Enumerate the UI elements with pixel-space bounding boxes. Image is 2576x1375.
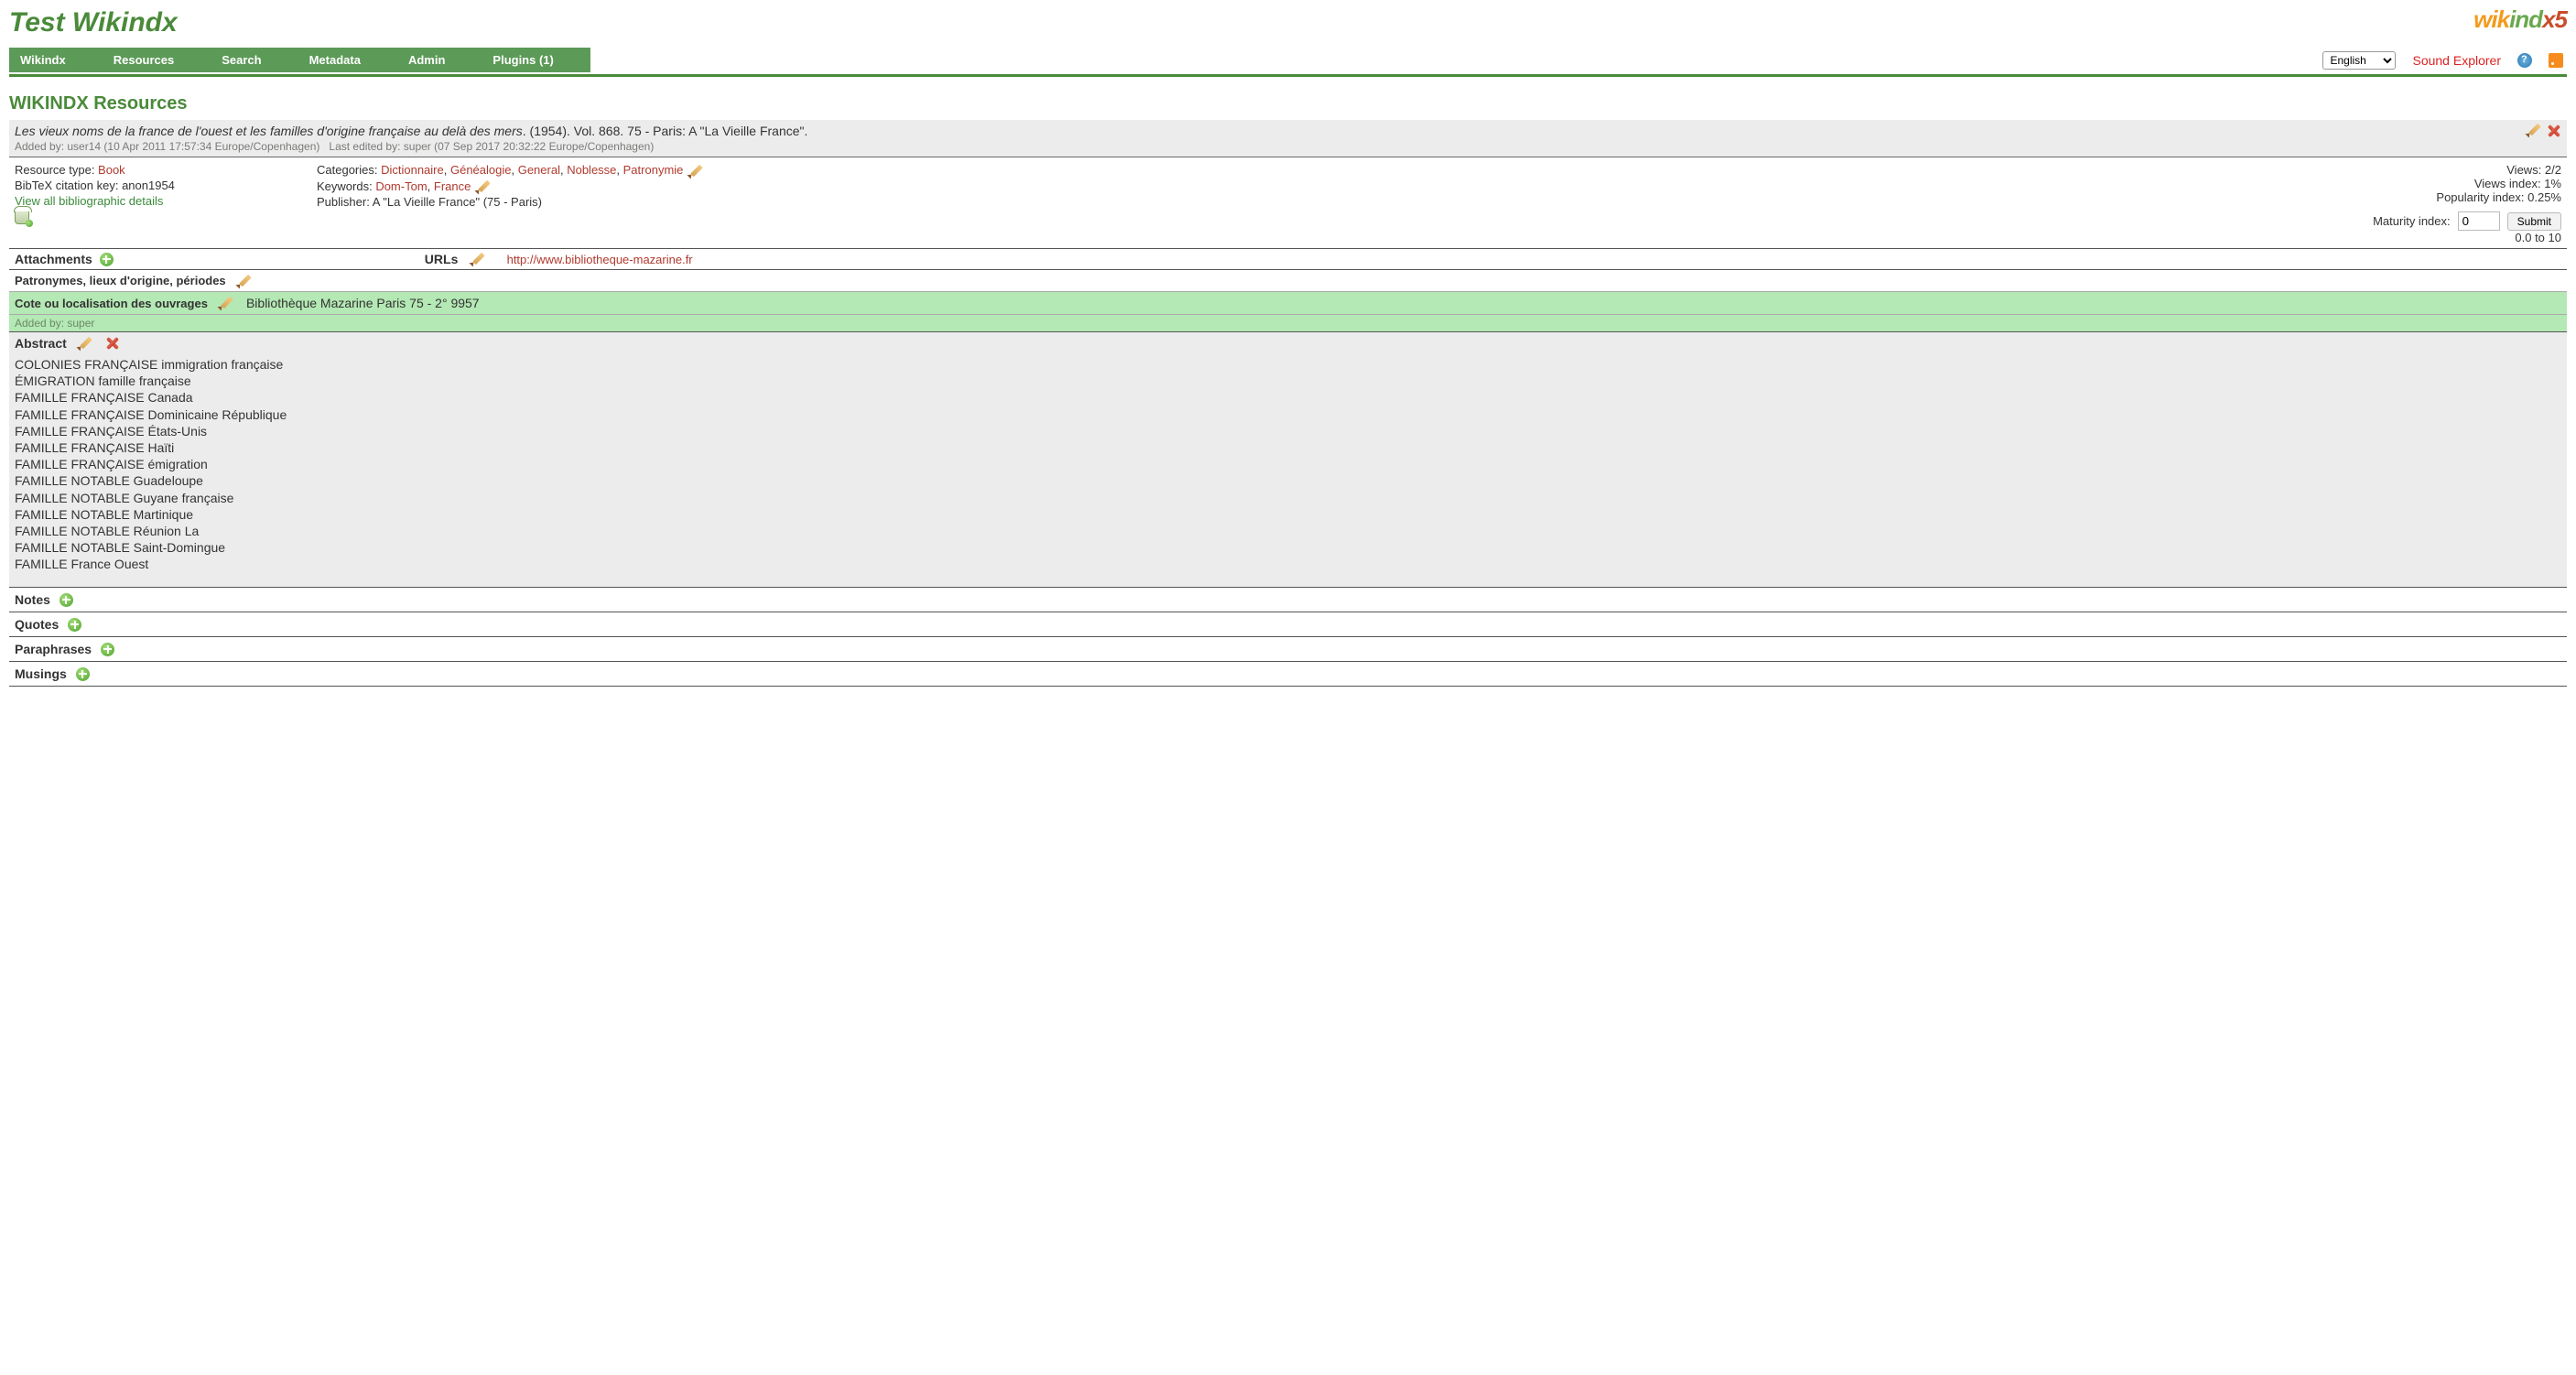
edit-patronymes-icon[interactable] — [239, 275, 252, 287]
nav-divider — [9, 74, 2567, 77]
delete-citation-icon[interactable] — [2547, 124, 2561, 138]
nav-admin[interactable]: Admin — [397, 48, 482, 72]
cote-label: Cote ou localisation des ouvrages — [15, 297, 208, 310]
rss-icon[interactable] — [2549, 53, 2563, 68]
page-title: WIKINDX Resources — [9, 93, 2567, 114]
logo-part2: ind — [2509, 5, 2542, 33]
add-musing-icon[interactable] — [76, 667, 90, 681]
paraphrases-section: Paraphrases — [9, 637, 2567, 662]
view-all-bib-link[interactable]: View all bibliographic details — [15, 194, 163, 208]
abstract-line: FAMILLE NOTABLE Martinique — [15, 506, 2561, 523]
abstract-line: FAMILLE NOTABLE Guyane française — [15, 490, 2561, 506]
abstract-line: FAMILLE NOTABLE Guadeloupe — [15, 472, 2561, 489]
patronymes-label: Patronymes, lieux d'origine, périodes — [15, 274, 226, 287]
main-nav: Wikindx Resources Search Metadata Admin … — [9, 48, 590, 72]
abstract-line: FAMILLE FRANÇAISE Haïti — [15, 439, 2561, 456]
add-quote-icon[interactable] — [68, 618, 81, 632]
paraphrases-label: Paraphrases — [15, 642, 92, 656]
maturity-submit-button[interactable]: Submit — [2507, 212, 2561, 231]
popularity-index: Popularity index: 0.25% — [2334, 190, 2561, 204]
edit-citation-icon[interactable] — [2528, 124, 2541, 136]
abstract-line: FAMILLE NOTABLE Saint-Domingue — [15, 539, 2561, 556]
citation-text: Les vieux noms de la france de l'ouest e… — [15, 124, 2561, 138]
basket-add-icon[interactable]: + — [15, 211, 29, 224]
resource-type-link[interactable]: Book — [98, 163, 125, 177]
edit-abstract-icon[interactable] — [80, 337, 92, 350]
citation-rest: . (1954). Vol. 868. 75 - Paris: A "La Vi… — [523, 124, 808, 138]
help-icon[interactable] — [2517, 53, 2532, 68]
attachments-label: Attachments — [15, 252, 92, 266]
notes-label: Notes — [15, 592, 50, 607]
edit-categories-icon[interactable] — [690, 165, 703, 178]
add-note-icon[interactable] — [60, 593, 73, 607]
url-link[interactable]: http://www.bibliotheque-mazarine.fr — [507, 253, 693, 266]
cote-added-by: Added by: super — [9, 315, 2567, 332]
citation-meta: Added by: user14 (10 Apr 2011 17:57:34 E… — [15, 140, 2561, 153]
keywords-line: Keywords: Dom-Tom, France — [317, 179, 2323, 194]
musings-section: Musings — [9, 662, 2567, 687]
category-link[interactable]: Généalogie — [450, 163, 512, 177]
cote-row: Cote ou localisation des ouvrages Biblio… — [9, 292, 2567, 315]
attachments-row: Attachments URLs http://www.bibliotheque… — [9, 249, 2567, 270]
citation-box: Les vieux noms de la france de l'ouest e… — [9, 120, 2567, 157]
abstract-line: FAMILLE NOTABLE Réunion La — [15, 523, 2561, 539]
maturity-range: 0.0 to 10 — [2334, 231, 2561, 244]
abstract-body: COLONIES FRANÇAISE immigration française… — [9, 354, 2567, 588]
edit-keywords-icon[interactable] — [478, 180, 491, 193]
logo: wikindx5 — [2473, 5, 2567, 34]
keyword-link[interactable]: Dom-Tom — [375, 179, 427, 193]
logo-part1: wik — [2473, 5, 2509, 33]
abstract-label: Abstract — [15, 336, 67, 351]
abstract-line: FAMILLE FRANÇAISE Canada — [15, 389, 2561, 406]
nav-plugins[interactable]: Plugins (1) — [482, 48, 590, 72]
details-row: Resource type: Book BibTeX citation key:… — [9, 157, 2567, 249]
logo-part3: x5 — [2542, 5, 2567, 33]
publisher-line: Publisher: A "La Vieille France" (75 - P… — [317, 195, 2323, 209]
edit-cote-icon[interactable] — [221, 297, 233, 309]
abstract-line: FAMILLE France Ouest — [15, 556, 2561, 572]
musings-label: Musings — [15, 666, 67, 681]
abstract-line: COLONIES FRANÇAISE immigration française — [15, 356, 2561, 373]
nav-metadata[interactable]: Metadata — [298, 48, 397, 72]
category-link[interactable]: General — [518, 163, 560, 177]
views-count: Views: 2/2 — [2334, 163, 2561, 177]
abstract-header: Abstract — [9, 332, 2567, 354]
urls-label: URLs — [425, 252, 459, 266]
nav-resources[interactable]: Resources — [103, 48, 211, 72]
cote-value: Bibliothèque Mazarine Paris 75 - 2° 9957 — [246, 296, 480, 310]
edit-urls-icon[interactable] — [472, 253, 485, 265]
abstract-line: FAMILLE FRANÇAISE Dominicaine République — [15, 406, 2561, 423]
keyword-link[interactable]: France — [434, 179, 471, 193]
citation-title: Les vieux noms de la france de l'ouest e… — [15, 124, 523, 138]
delete-abstract-icon[interactable] — [105, 336, 120, 351]
notes-section: Notes — [9, 588, 2567, 612]
category-link[interactable]: Dictionnaire — [381, 163, 444, 177]
categories-line: Categories: Dictionnaire, Généalogie, Ge… — [317, 163, 2323, 178]
language-select[interactable]: English — [2322, 51, 2396, 70]
nav-wikindx[interactable]: Wikindx — [9, 48, 103, 72]
site-title: Test Wikindx — [9, 7, 178, 38]
patronymes-row: Patronymes, lieux d'origine, périodes — [9, 270, 2567, 292]
abstract-line: FAMILLE FRANÇAISE États-Unis — [15, 423, 2561, 439]
quotes-section: Quotes — [9, 612, 2567, 637]
sound-explorer-link[interactable]: Sound Explorer — [2412, 53, 2501, 68]
resource-type: Resource type: Book — [15, 163, 306, 177]
add-paraphrase-icon[interactable] — [101, 643, 114, 656]
quotes-label: Quotes — [15, 617, 59, 632]
nav-search[interactable]: Search — [211, 48, 298, 72]
maturity-label: Maturity index: — [2373, 214, 2451, 228]
add-attachment-icon[interactable] — [100, 253, 114, 266]
maturity-input[interactable] — [2458, 211, 2500, 231]
views-index: Views index: 1% — [2334, 177, 2561, 190]
category-link[interactable]: Patronymie — [623, 163, 684, 177]
category-link[interactable]: Noblesse — [567, 163, 616, 177]
abstract-line: FAMILLE FRANÇAISE émigration — [15, 456, 2561, 472]
abstract-line: ÉMIGRATION famille française — [15, 373, 2561, 389]
bibtex-key: BibTeX citation key: anon1954 — [15, 179, 306, 192]
